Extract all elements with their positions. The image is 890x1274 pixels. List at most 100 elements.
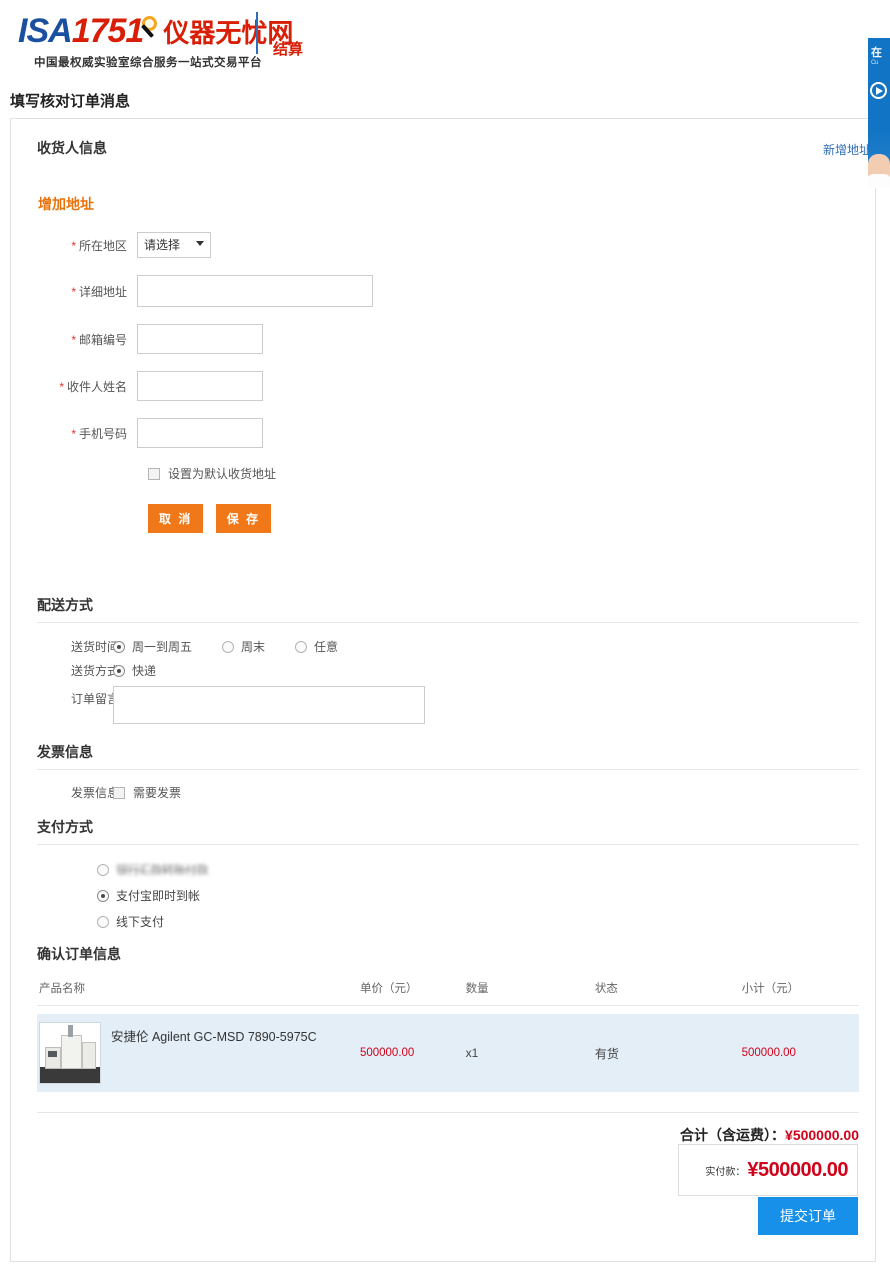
order-remark-row: 订单留言： bbox=[37, 686, 859, 724]
logo-number-text: 1751 bbox=[72, 12, 144, 50]
column-header-name: 产品名称 bbox=[37, 980, 360, 996]
required-marker: * bbox=[71, 333, 76, 347]
delivery-section: 配送方式 送货时间： 周一到周五 周末 任意 送货方式： 快递 订单留言： bbox=[11, 595, 875, 724]
payment-option-alipay[interactable]: 支付宝即时到帐 bbox=[97, 887, 859, 904]
logo-isa-text: ISA bbox=[18, 12, 72, 50]
default-address-label: 设置为默认收货地址 bbox=[168, 465, 276, 482]
radio-any-icon[interactable] bbox=[295, 641, 307, 653]
default-address-checkbox[interactable] bbox=[148, 468, 160, 480]
logo-tagline: 中国最权威实验室综合服务一站式交易平台 bbox=[34, 54, 293, 70]
invoice-row: 发票信息： 需要发票 bbox=[37, 784, 859, 801]
delivery-method-option-express[interactable]: 快递 bbox=[113, 662, 156, 679]
payment-option-alipay-label: 支付宝即时到帐 bbox=[116, 887, 200, 904]
column-header-subtotal: 小计（元） bbox=[742, 980, 859, 996]
delivery-time-option-weekend-label: 周末 bbox=[241, 638, 265, 655]
product-name[interactable]: 安捷伦 Agilent GC-MSD 7890-5975C bbox=[111, 1022, 317, 1046]
invoice-section: 发票信息 发票信息： 需要发票 bbox=[11, 742, 875, 801]
header-divider bbox=[256, 12, 258, 54]
delivery-section-title: 配送方式 bbox=[37, 595, 859, 623]
delivery-method-row: 送货方式： 快递 bbox=[37, 662, 859, 679]
radio-bank-transfer-icon[interactable] bbox=[97, 864, 109, 876]
delivery-time-option-weekday[interactable]: 周一到周五 bbox=[113, 638, 192, 655]
product-thumbnail[interactable] bbox=[39, 1022, 101, 1084]
required-marker: * bbox=[71, 427, 76, 441]
payment-option-offline-label: 线下支付 bbox=[116, 913, 164, 930]
detail-address-input[interactable] bbox=[137, 275, 373, 307]
delivery-time-row: 送货时间： 周一到周五 周末 任意 bbox=[37, 638, 859, 655]
order-remark-label: 订单留言： bbox=[37, 686, 113, 707]
recipient-name-input[interactable] bbox=[137, 371, 263, 401]
product-subtotal: 500000.00 bbox=[742, 1047, 859, 1059]
label-region: *所在地区 bbox=[37, 237, 137, 254]
required-marker: * bbox=[71, 285, 76, 299]
customer-service-title: 在 bbox=[868, 38, 890, 60]
order-table-header: 产品名称 单价（元） 数量 状态 小计（元） bbox=[37, 971, 859, 1006]
product-qty: x1 bbox=[466, 1046, 595, 1060]
region-select[interactable]: 请选择 bbox=[137, 232, 211, 258]
payment-section: 支付方式 银行汇款转账付款 支付宝即时到帐 线下支付 bbox=[11, 817, 875, 930]
payment-option-bank-transfer[interactable]: 银行汇款转账付款 bbox=[97, 861, 859, 878]
radio-express-icon[interactable] bbox=[113, 665, 125, 677]
label-recipient-name: *收件人姓名 bbox=[37, 378, 137, 395]
delivery-time-option-any-label: 任意 bbox=[314, 638, 338, 655]
invoice-section-title: 发票信息 bbox=[37, 742, 859, 770]
invoice-checkbox-label: 需要发票 bbox=[133, 784, 181, 801]
checkout-page: ISA1751仪器无忧网 中国最权威实验室综合服务一站式交易平台 结算 填写核对… bbox=[0, 0, 890, 1274]
postcode-input[interactable] bbox=[137, 324, 263, 354]
field-row-detail-address: *详细地址 bbox=[37, 275, 859, 307]
column-header-qty: 数量 bbox=[466, 980, 595, 996]
delivery-time-label: 送货时间： bbox=[37, 638, 113, 655]
cancel-button[interactable]: 取 消 bbox=[148, 504, 203, 533]
column-header-price: 单价（元） bbox=[360, 980, 466, 996]
product-cell: 安捷伦 Agilent GC-MSD 7890-5975C bbox=[37, 1022, 360, 1084]
required-marker: * bbox=[71, 239, 76, 253]
radio-weekend-icon[interactable] bbox=[222, 641, 234, 653]
field-row-postcode: *邮箱编号 bbox=[37, 324, 859, 354]
radio-weekday-icon[interactable] bbox=[113, 641, 125, 653]
delivery-method-label: 送货方式： bbox=[37, 662, 113, 679]
payment-option-bank-transfer-label: 银行汇款转账付款 bbox=[116, 861, 208, 878]
address-form-buttons: 取 消 保 存 bbox=[148, 504, 859, 533]
logo-wordmark: ISA1751仪器无忧网 bbox=[18, 14, 293, 48]
payable-box: 实付款： ¥500000.00 bbox=[678, 1144, 858, 1196]
default-address-row[interactable]: 设置为默认收货地址 bbox=[148, 465, 859, 482]
magnifier-icon bbox=[137, 16, 163, 46]
field-row-recipient-name: *收件人姓名 bbox=[37, 371, 859, 401]
product-price: 500000.00 bbox=[360, 1047, 466, 1059]
invoice-need-option[interactable]: 需要发票 bbox=[113, 784, 181, 801]
page-title: 填写核对订单消息 bbox=[10, 90, 890, 111]
label-detail-address: *详细地址 bbox=[37, 283, 137, 300]
column-header-status: 状态 bbox=[595, 980, 742, 996]
address-form: *所在地区 请选择 *详细地址 *邮箱编号 *收件人姓名 bbox=[11, 232, 875, 533]
delivery-time-option-weekday-label: 周一到周五 bbox=[132, 638, 192, 655]
radio-offline-icon[interactable] bbox=[97, 916, 109, 928]
delivery-time-option-weekend[interactable]: 周末 bbox=[222, 638, 265, 655]
customer-service-subtitle: Cu bbox=[868, 60, 890, 66]
receiver-section-title: 收货人信息 bbox=[37, 138, 859, 165]
add-address-link[interactable]: 新增地址 bbox=[823, 141, 871, 158]
payment-option-offline[interactable]: 线下支付 bbox=[97, 913, 859, 930]
label-postcode: *邮箱编号 bbox=[37, 331, 137, 348]
delivery-time-option-any[interactable]: 任意 bbox=[295, 638, 338, 655]
receiver-section: 收货人信息 新增地址 bbox=[11, 119, 875, 165]
customer-service-widget[interactable]: 在 Cu bbox=[868, 38, 890, 188]
region-select-wrap[interactable]: 请选择 bbox=[137, 232, 211, 258]
payment-options-list: 银行汇款转账付款 支付宝即时到帐 线下支付 bbox=[37, 861, 859, 930]
required-marker: * bbox=[59, 380, 64, 394]
save-button[interactable]: 保 存 bbox=[216, 504, 271, 533]
order-total-amount: ¥500000.00 bbox=[785, 1127, 859, 1143]
order-total-label: 合计（含运费）： bbox=[680, 1127, 785, 1143]
order-remark-textarea[interactable] bbox=[113, 686, 425, 724]
payable-label: 实付款： bbox=[705, 1163, 745, 1178]
phone-input[interactable] bbox=[137, 418, 263, 448]
table-row: 安捷伦 Agilent GC-MSD 7890-5975C 500000.00 … bbox=[37, 1014, 859, 1092]
service-agent-avatar bbox=[868, 154, 890, 188]
invoice-checkbox[interactable] bbox=[113, 787, 125, 799]
field-row-phone: *手机号码 bbox=[37, 418, 859, 448]
product-status: 有货 bbox=[595, 1045, 742, 1062]
submit-order-button[interactable]: 提交订单 bbox=[758, 1197, 858, 1235]
arrow-right-circle-icon[interactable] bbox=[870, 82, 887, 99]
site-logo[interactable]: ISA1751仪器无忧网 中国最权威实验室综合服务一站式交易平台 bbox=[18, 14, 293, 70]
radio-alipay-icon[interactable] bbox=[97, 890, 109, 902]
site-header: ISA1751仪器无忧网 中国最权威实验室综合服务一站式交易平台 结算 bbox=[0, 0, 890, 78]
